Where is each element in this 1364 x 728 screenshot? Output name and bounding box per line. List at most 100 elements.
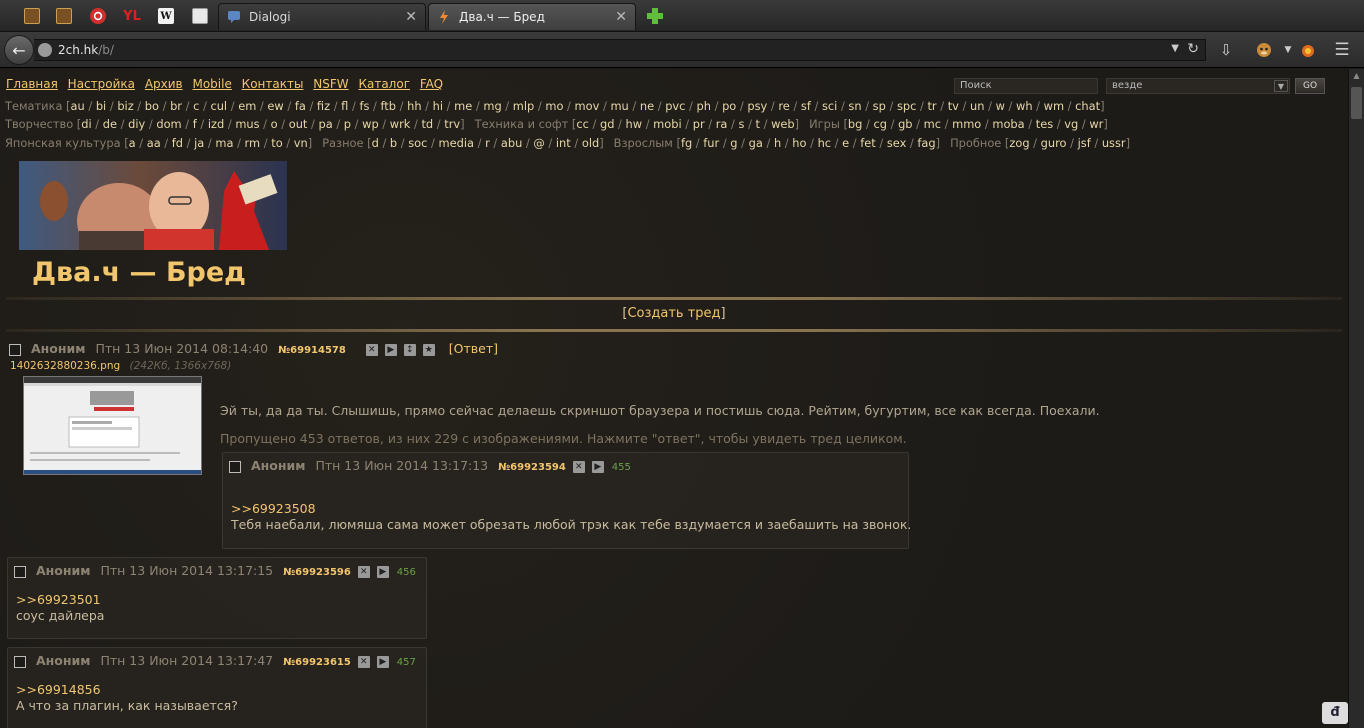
- pinned-tab-minecraft-2[interactable]: [52, 5, 76, 27]
- board-link[interactable]: pr: [693, 117, 705, 131]
- board-link[interactable]: fd: [172, 136, 183, 150]
- board-link[interactable]: w: [996, 99, 1005, 113]
- board-link[interactable]: out: [289, 117, 308, 131]
- board-link[interactable]: cul: [210, 99, 227, 113]
- reply-quote-link[interactable]: >>69923501: [16, 592, 101, 607]
- board-link[interactable]: re: [778, 99, 789, 113]
- board-link[interactable]: @: [533, 136, 544, 150]
- board-link[interactable]: g: [730, 136, 737, 150]
- hide-post-icon[interactable]: ✕: [365, 343, 378, 356]
- board-link[interactable]: jsf: [1078, 136, 1091, 150]
- board-link[interactable]: mc: [924, 117, 941, 131]
- create-thread-link[interactable]: Создать тред: [627, 306, 720, 321]
- board-link[interactable]: fa: [295, 99, 306, 113]
- board-link[interactable]: trv: [444, 117, 460, 131]
- board-link[interactable]: gb: [898, 117, 912, 131]
- pinned-tab-minecraft[interactable]: [20, 5, 44, 27]
- scroll-thumb[interactable]: [1351, 87, 1362, 119]
- close-icon[interactable]: ✕: [405, 9, 417, 25]
- board-link[interactable]: wp: [362, 117, 379, 131]
- board-link[interactable]: cg: [873, 117, 887, 131]
- board-link[interactable]: hh: [407, 99, 421, 113]
- reply-quote-link[interactable]: >>69923508: [231, 501, 316, 516]
- menu-hamburger-icon[interactable]: ☰: [1332, 40, 1352, 60]
- board-link[interactable]: ph: [697, 99, 711, 113]
- hide-post-icon[interactable]: ✕: [572, 460, 585, 473]
- menu-link-archive[interactable]: Архив: [145, 77, 183, 91]
- hide-post-icon[interactable]: ✕: [357, 655, 370, 668]
- board-link[interactable]: mu: [610, 99, 628, 113]
- board-link[interactable]: rm: [245, 136, 261, 150]
- board-link[interactable]: diy: [128, 117, 145, 131]
- board-link[interactable]: sp: [873, 99, 886, 113]
- search-input[interactable]: Поиск: [954, 78, 1098, 94]
- board-link[interactable]: di: [81, 117, 91, 131]
- move-post-icon[interactable]: ↕: [403, 343, 416, 356]
- board-link[interactable]: au: [71, 99, 85, 113]
- board-link[interactable]: fag: [917, 136, 935, 150]
- board-link[interactable]: aa: [147, 136, 161, 150]
- menu-link-faq[interactable]: FAQ: [420, 77, 443, 91]
- board-link[interactable]: pvc: [665, 99, 685, 113]
- board-link[interactable]: fs: [359, 99, 369, 113]
- board-link[interactable]: pa: [318, 117, 332, 131]
- board-link[interactable]: vg: [1064, 117, 1078, 131]
- menu-link-nsfw[interactable]: NSFW: [313, 77, 348, 91]
- board-link[interactable]: int: [556, 136, 571, 150]
- tab-dialogi[interactable]: Dialogi ✕: [218, 3, 426, 30]
- board-link[interactable]: a: [129, 136, 136, 150]
- download-icon[interactable]: ⇩: [1216, 40, 1236, 60]
- board-link[interactable]: biz: [117, 99, 133, 113]
- post-select-checkbox[interactable]: [14, 655, 26, 668]
- board-link[interactable]: mov: [575, 99, 600, 113]
- board-link[interactable]: ja: [194, 136, 204, 150]
- expand-post-icon[interactable]: ▶: [376, 655, 389, 668]
- board-link[interactable]: fet: [860, 136, 875, 150]
- board-link[interactable]: po: [722, 99, 736, 113]
- post-number[interactable]: №69923596: [283, 567, 351, 578]
- board-link[interactable]: hw: [626, 117, 643, 131]
- op-image-thumbnail[interactable]: [23, 376, 202, 475]
- board-link[interactable]: fur: [703, 136, 719, 150]
- tab-dvach[interactable]: Два.ч — Бред ✕: [428, 3, 636, 30]
- board-link[interactable]: dom: [156, 117, 181, 131]
- pinned-tab-wikipedia[interactable]: W: [154, 5, 178, 27]
- extension-badge-icon[interactable]: đ: [1322, 702, 1348, 724]
- page-scrollbar[interactable]: ▲: [1348, 69, 1364, 728]
- monkey-extension-icon[interactable]: [1254, 40, 1274, 60]
- menu-link-settings[interactable]: Настройка: [68, 77, 135, 91]
- board-link[interactable]: cc: [576, 117, 589, 131]
- board-link[interactable]: tv: [948, 99, 959, 113]
- board-link[interactable]: bi: [96, 99, 106, 113]
- board-link[interactable]: mg: [483, 99, 501, 113]
- board-link[interactable]: fiz: [317, 99, 330, 113]
- board-link[interactable]: wrk: [390, 117, 411, 131]
- board-link[interactable]: p: [344, 117, 351, 131]
- search-go-button[interactable]: GO: [1295, 78, 1325, 94]
- post-select-checkbox[interactable]: [229, 460, 241, 473]
- board-link[interactable]: tr: [927, 99, 936, 113]
- board-link[interactable]: bg: [848, 117, 862, 131]
- board-link[interactable]: ew: [267, 99, 283, 113]
- board-link[interactable]: wr: [1089, 117, 1103, 131]
- board-link[interactable]: sf: [801, 99, 811, 113]
- board-link[interactable]: hi: [433, 99, 443, 113]
- reload-icon[interactable]: ↻: [1187, 41, 1199, 57]
- expand-post-icon[interactable]: ▶: [384, 343, 397, 356]
- board-link[interactable]: soc: [408, 136, 427, 150]
- board-link[interactable]: mmo: [952, 117, 981, 131]
- board-link[interactable]: de: [103, 117, 117, 131]
- board-link[interactable]: gd: [600, 117, 614, 131]
- board-link[interactable]: izd: [208, 117, 224, 131]
- board-link[interactable]: old: [582, 136, 599, 150]
- dropdown-arrow-icon[interactable]: ▼: [1171, 43, 1179, 54]
- board-link[interactable]: d: [372, 136, 379, 150]
- board-link[interactable]: ftb: [381, 99, 397, 113]
- board-link[interactable]: sex: [887, 136, 906, 150]
- board-link[interactable]: td: [421, 117, 433, 131]
- board-link[interactable]: abu: [501, 136, 522, 150]
- board-link[interactable]: guro: [1041, 136, 1067, 150]
- hide-post-icon[interactable]: ✕: [357, 565, 370, 578]
- board-link[interactable]: mo: [545, 99, 563, 113]
- scroll-up-icon[interactable]: ▲: [1349, 69, 1364, 83]
